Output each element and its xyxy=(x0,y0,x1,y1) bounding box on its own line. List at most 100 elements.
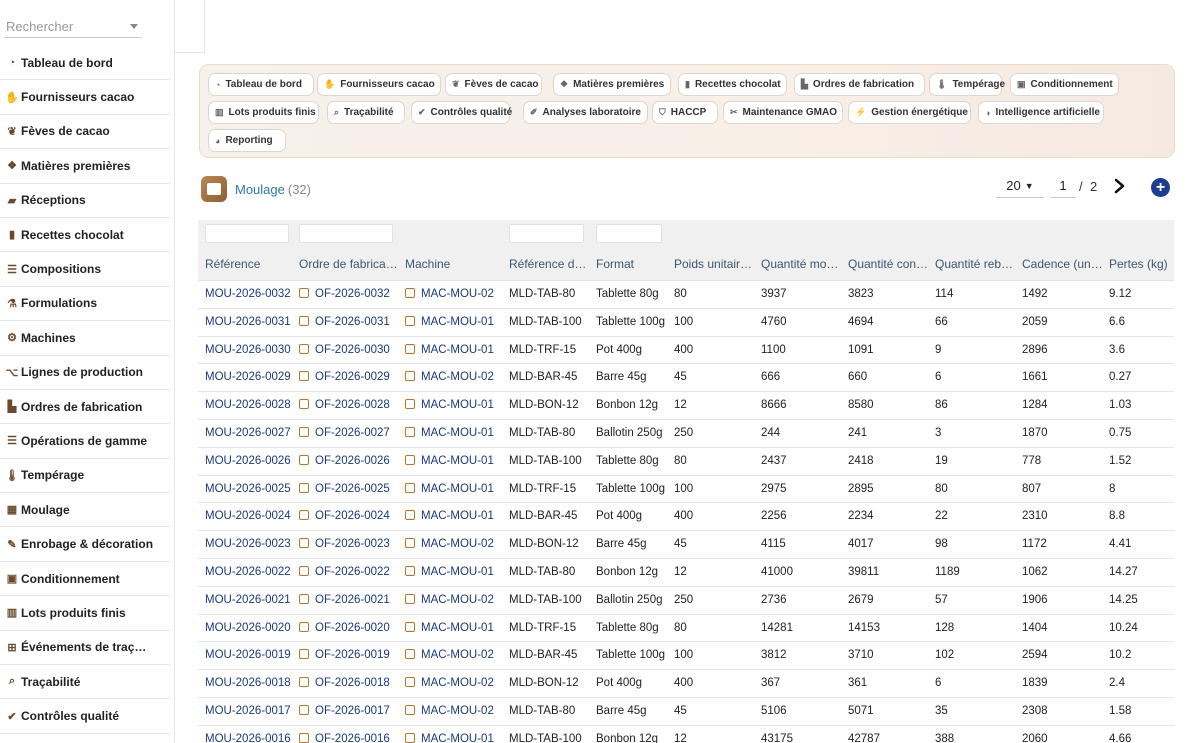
cell-value[interactable]: OF-2026-0018 xyxy=(315,677,390,689)
table-cell[interactable]: MAC-MOU-02 xyxy=(405,288,505,300)
nav-chip-temp-rage[interactable]: 🌡 Tempérage xyxy=(929,73,1005,96)
column-filter-input[interactable] xyxy=(509,224,584,243)
cell-value[interactable]: MOU-2026-0023 xyxy=(205,538,291,550)
add-record-button[interactable]: + xyxy=(1151,178,1170,197)
cell-value[interactable]: MOU-2026-0026 xyxy=(205,455,291,467)
table-cell[interactable]: OF-2026-0028 xyxy=(299,399,399,411)
column-header[interactable]: Quantité mo… xyxy=(761,257,843,271)
cell-value[interactable]: MOU-2026-0025 xyxy=(205,483,291,495)
record-link-icon[interactable] xyxy=(299,649,309,660)
cell-value[interactable]: OF-2026-0029 xyxy=(315,371,390,383)
cell-value[interactable]: MAC-MOU-02 xyxy=(421,371,494,383)
cell-value[interactable]: MOU-2026-0028 xyxy=(205,399,291,411)
table-row[interactable]: MOU-2026-0024 OF-2026-0024 MAC-MOU-01 MLD-B… xyxy=(198,503,1174,532)
table-cell[interactable]: MAC-MOU-02 xyxy=(405,649,505,661)
cell-value[interactable]: MOU-2026-0031 xyxy=(205,316,291,328)
table-row[interactable]: MOU-2026-0019 OF-2026-0019 MAC-MOU-02 MLD-B… xyxy=(198,642,1174,671)
record-link-icon[interactable] xyxy=(299,704,309,715)
record-link-icon[interactable] xyxy=(299,371,309,382)
cell-value[interactable]: MAC-MOU-01 xyxy=(421,427,494,439)
per-page-select[interactable]: 20 ▼ xyxy=(996,174,1044,198)
cell-value[interactable]: OF-2026-0024 xyxy=(315,510,390,522)
table-cell[interactable]: OF-2026-0031 xyxy=(299,315,399,328)
table-cell[interactable]: OF-2026-0030 xyxy=(299,343,399,356)
nav-chip-reporting[interactable]: ◕ Reporting xyxy=(208,129,286,152)
nav-chip-maintenance-gmao[interactable]: ✂ Maintenance GMAO xyxy=(723,101,843,124)
record-link-icon[interactable] xyxy=(299,621,309,632)
column-header[interactable]: Machine xyxy=(405,257,505,271)
nav-chip-fournisseurs-cacao[interactable]: ✋ Fournisseurs cacao xyxy=(317,73,441,96)
table-cell[interactable]: MAC-MOU-01 xyxy=(405,399,505,411)
table-cell[interactable]: OF-2026-0025 xyxy=(299,482,399,495)
record-link-icon[interactable] xyxy=(299,315,309,326)
column-header[interactable]: Référence xyxy=(205,257,295,271)
cell-value[interactable]: MAC-MOU-02 xyxy=(421,288,494,300)
table-cell[interactable]: MOU-2026-0031 xyxy=(205,316,295,328)
table-row[interactable]: MOU-2026-0027 OF-2026-0027 MAC-MOU-01 MLD-T… xyxy=(198,419,1174,448)
column-filter-input[interactable] xyxy=(205,224,289,243)
column-header[interactable]: Pertes (kg) xyxy=(1109,257,1173,271)
table-cell[interactable]: MOU-2026-0018 xyxy=(205,677,295,689)
record-link-icon[interactable] xyxy=(299,343,309,354)
table-row[interactable]: MOU-2026-0020 OF-2026-0020 MAC-MOU-01 MLD-T… xyxy=(198,614,1174,643)
record-link-icon[interactable] xyxy=(405,510,415,521)
cell-value[interactable]: OF-2026-0020 xyxy=(315,622,390,634)
cell-value[interactable]: OF-2026-0021 xyxy=(315,594,390,606)
cell-value[interactable]: OF-2026-0032 xyxy=(315,288,390,300)
table-cell[interactable]: MOU-2026-0019 xyxy=(205,649,295,661)
record-link-icon[interactable] xyxy=(405,482,415,493)
nav-chip-intelligence-artificielle[interactable]: ◑ Intelligence artificielle xyxy=(978,101,1104,124)
sidebar-item-ordres-de-fabrication[interactable]: ▙ Ordres de fabrication xyxy=(0,390,170,425)
record-link-icon[interactable] xyxy=(405,565,415,576)
table-cell[interactable]: OF-2026-0016 xyxy=(299,732,399,743)
cell-value[interactable]: MAC-MOU-01 xyxy=(421,483,494,495)
record-link-icon[interactable] xyxy=(405,593,415,604)
nav-chip-conditionnement[interactable]: ▣ Conditionnement xyxy=(1010,73,1119,96)
cell-value[interactable]: MAC-MOU-01 xyxy=(421,455,494,467)
table-row[interactable]: MOU-2026-0032 OF-2026-0032 MAC-MOU-02 MLD-T… xyxy=(198,281,1174,309)
table-cell[interactable]: MOU-2026-0021 xyxy=(205,594,295,606)
table-row[interactable]: MOU-2026-0030 OF-2026-0030 MAC-MOU-01 MLD-T… xyxy=(198,336,1174,365)
table-cell[interactable]: MAC-MOU-01 xyxy=(405,315,505,328)
nav-chip-f-ves-de-cacao[interactable]: ❦ Fèves de cacao xyxy=(445,73,542,96)
record-link-icon[interactable] xyxy=(405,426,415,437)
next-page-button[interactable] xyxy=(1111,176,1129,196)
record-link-icon[interactable] xyxy=(299,677,309,688)
table-row[interactable]: MOU-2026-0025 OF-2026-0025 MAC-MOU-01 MLD-T… xyxy=(198,475,1174,504)
cell-value[interactable]: OF-2026-0028 xyxy=(315,399,390,411)
table-cell[interactable]: MOU-2026-0025 xyxy=(205,483,295,495)
record-link-icon[interactable] xyxy=(299,732,309,743)
nav-chip-haccp[interactable]: ⛉ HACCP xyxy=(652,101,718,124)
cell-value[interactable]: OF-2026-0017 xyxy=(315,705,390,717)
nav-chip-mati-res-premi-res[interactable]: ❖ Matières premières xyxy=(553,73,671,96)
table-cell[interactable]: OF-2026-0020 xyxy=(299,621,399,634)
record-link-icon[interactable] xyxy=(299,454,309,465)
column-header[interactable]: Poids unitair… xyxy=(674,257,756,271)
sidebar-item-f-ves-de-cacao[interactable]: ❦ Fèves de cacao xyxy=(0,115,170,150)
record-link-icon[interactable] xyxy=(405,732,415,743)
sidebar-item-moulage[interactable]: ▦ Moulage xyxy=(0,493,170,528)
cell-value[interactable]: OF-2026-0026 xyxy=(315,455,390,467)
cell-value[interactable]: MAC-MOU-02 xyxy=(421,594,494,606)
nav-chip-analyses-laboratoire[interactable]: ✐ Analyses laboratoire xyxy=(523,101,648,124)
sidebar-item-compositions[interactable]: ☰ Compositions xyxy=(0,252,170,287)
record-link-icon[interactable] xyxy=(405,704,415,715)
column-header[interactable]: Quantité reb… xyxy=(935,257,1017,271)
sidebar-item-lots-produits-finis[interactable]: ▥ Lots produits finis xyxy=(0,596,170,631)
table-row[interactable]: MOU-2026-0018 OF-2026-0018 MAC-MOU-02 MLD-B… xyxy=(198,670,1174,698)
sidebar-item-r-ceptions[interactable]: ▰ Réceptions xyxy=(0,184,170,218)
cell-value[interactable]: MOU-2026-0029 xyxy=(205,371,291,383)
cell-value[interactable]: MAC-MOU-01 xyxy=(421,510,494,522)
record-link-icon[interactable] xyxy=(405,288,415,298)
record-link-icon[interactable] xyxy=(405,621,415,632)
record-link-icon[interactable] xyxy=(405,399,415,410)
table-cell[interactable]: MOU-2026-0022 xyxy=(205,566,295,578)
record-link-icon[interactable] xyxy=(405,371,415,382)
sidebar-search[interactable] xyxy=(4,14,142,39)
table-cell[interactable]: MAC-MOU-01 xyxy=(405,454,505,467)
table-cell[interactable]: MOU-2026-0030 xyxy=(205,344,295,356)
table-row[interactable]: MOU-2026-0031 OF-2026-0031 MAC-MOU-01 MLD-T… xyxy=(198,308,1174,337)
cell-value[interactable]: OF-2026-0023 xyxy=(315,538,390,550)
sidebar-item-v-nements-de-tra[interactable]: ⊞ Événements de traç… xyxy=(0,631,170,666)
cell-value[interactable]: MOU-2026-0019 xyxy=(205,649,291,661)
